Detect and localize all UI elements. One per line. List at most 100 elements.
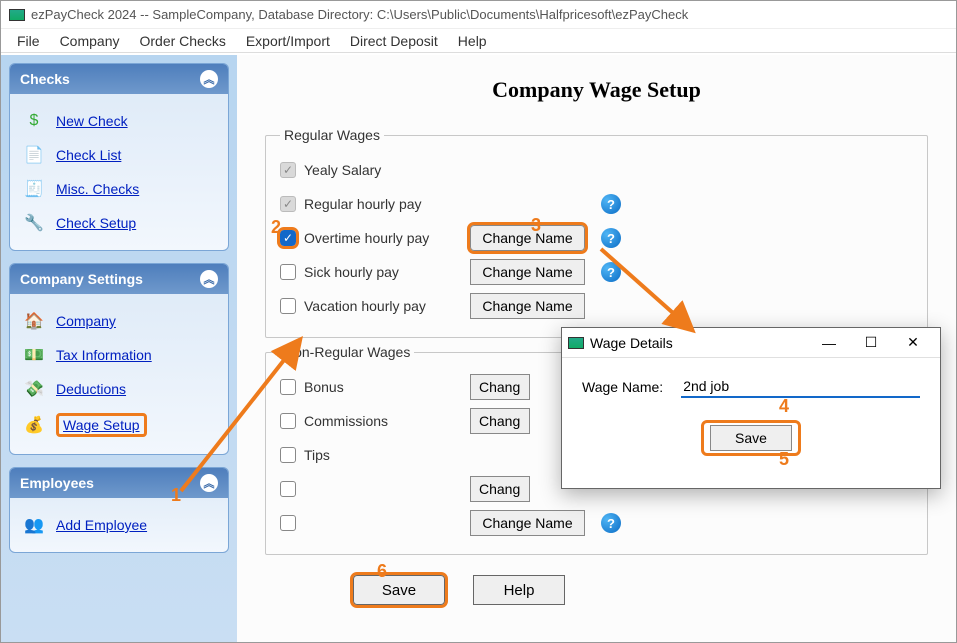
checkbox-regular-hourly: ✓ xyxy=(280,196,296,212)
menu-help[interactable]: Help xyxy=(448,30,497,52)
checkbox-bonus[interactable] xyxy=(280,379,296,395)
checkbox-tips[interactable] xyxy=(280,447,296,463)
panel-title-employees: Employees xyxy=(20,475,94,491)
receipt-icon: 🧾 xyxy=(24,179,44,199)
sidebar-item-company[interactable]: 🏠 Company xyxy=(20,304,222,338)
menu-direct-deposit[interactable]: Direct Deposit xyxy=(340,30,448,52)
wage-row-vacation-hourly: Vacation hourly pay Change Name xyxy=(280,289,913,323)
change-name-button-overtime[interactable]: Change Name xyxy=(470,225,585,251)
sidebar-item-label: Check Setup xyxy=(56,215,136,231)
sidebar-item-label: New Check xyxy=(56,113,128,129)
menu-order-checks[interactable]: Order Checks xyxy=(129,30,235,52)
dialog-wage-details: Wage Details — ☐ ✕ Wage Name: Save xyxy=(561,327,941,489)
change-name-button-sick[interactable]: Change Name xyxy=(470,259,585,285)
deduct-icon: 💸 xyxy=(24,379,44,399)
window-title: ezPayCheck 2024 -- SampleCompany, Databa… xyxy=(31,7,688,22)
wage-label: Yealy Salary xyxy=(304,162,381,178)
sidebar-item-check-setup[interactable]: 🔧 Check Setup xyxy=(20,206,222,240)
coins-icon: 💰 xyxy=(24,415,44,435)
change-name-button-custom-2[interactable]: Change Name xyxy=(470,510,585,536)
checkbox-sick-hourly[interactable] xyxy=(280,264,296,280)
panel-header-company[interactable]: Company Settings ︽ xyxy=(10,264,228,294)
collapse-icon[interactable]: ︽ xyxy=(200,474,218,492)
sidebar-item-new-check[interactable]: $ New Check xyxy=(20,104,222,138)
save-button[interactable]: Save xyxy=(353,575,445,605)
legend-regular: Regular Wages xyxy=(280,127,384,143)
change-name-button-bonus[interactable]: Chang xyxy=(470,374,530,400)
help-icon[interactable]: ? xyxy=(601,262,621,282)
change-name-button-commissions[interactable]: Chang xyxy=(470,408,530,434)
sidebar-item-label: Wage Setup xyxy=(56,413,147,437)
sidebar-item-add-employee[interactable]: 👥 Add Employee xyxy=(20,508,222,542)
help-icon[interactable]: ? xyxy=(601,228,621,248)
help-icon[interactable]: ? xyxy=(601,194,621,214)
help-icon[interactable]: ? xyxy=(601,513,621,533)
sidebar-item-check-list[interactable]: 📄 Check List xyxy=(20,138,222,172)
sidebar-item-label: Tax Information xyxy=(56,347,152,363)
app-icon xyxy=(9,9,25,21)
pages-icon: 📄 xyxy=(24,145,44,165)
wrench-icon: 🔧 xyxy=(24,213,44,233)
menu-company[interactable]: Company xyxy=(50,30,130,52)
sidebar-item-wage-setup[interactable]: 💰 Wage Setup xyxy=(20,406,222,444)
panel-company-settings: Company Settings ︽ 🏠 Company 💵 Tax Infor… xyxy=(9,263,229,455)
wage-label: Commissions xyxy=(304,413,388,429)
dialog-titlebar[interactable]: Wage Details — ☐ ✕ xyxy=(562,328,940,358)
sidebar-item-deductions[interactable]: 💸 Deductions xyxy=(20,372,222,406)
panel-title-company: Company Settings xyxy=(20,271,143,287)
change-name-button-vacation[interactable]: Change Name xyxy=(470,293,585,319)
wage-label: Bonus xyxy=(304,379,344,395)
panel-header-checks[interactable]: Checks ︽ xyxy=(10,64,228,94)
people-icon: 👥 xyxy=(24,515,44,535)
wage-label: Tips xyxy=(304,447,330,463)
wage-name-label: Wage Name: xyxy=(582,379,663,395)
checkbox-custom-1[interactable] xyxy=(280,481,296,497)
wage-name-input[interactable] xyxy=(681,376,920,398)
wage-row-yearly-salary: ✓ Yealy Salary xyxy=(280,153,913,187)
checkbox-custom-2[interactable] xyxy=(280,515,296,531)
wage-label: Sick hourly pay xyxy=(304,264,399,280)
sidebar-item-label: Deductions xyxy=(56,381,126,397)
panel-employees: Employees ︽ 👥 Add Employee xyxy=(9,467,229,553)
panel-title-checks: Checks xyxy=(20,71,70,87)
sidebar-item-misc-checks[interactable]: 🧾 Misc. Checks xyxy=(20,172,222,206)
window-titlebar: ezPayCheck 2024 -- SampleCompany, Databa… xyxy=(1,1,956,29)
sidebar-item-label: Check List xyxy=(56,147,121,163)
change-name-button-custom-1[interactable]: Chang xyxy=(470,476,530,502)
checkbox-commissions[interactable] xyxy=(280,413,296,429)
menu-file[interactable]: File xyxy=(7,30,50,52)
menubar: File Company Order Checks Export/Import … xyxy=(1,29,956,53)
app-icon xyxy=(568,337,584,349)
legend-nonregular: Non-Regular Wages xyxy=(280,344,414,360)
money-icon: 💵 xyxy=(24,345,44,365)
page-title: Company Wage Setup xyxy=(265,77,928,103)
house-icon: 🏠 xyxy=(24,311,44,331)
panel-header-employees[interactable]: Employees ︽ xyxy=(10,468,228,498)
dialog-title: Wage Details xyxy=(590,335,673,351)
checkbox-overtime-hourly[interactable]: ✓ xyxy=(280,230,296,246)
wage-row-sick-hourly: Sick hourly pay Change Name ? xyxy=(280,255,913,289)
sidebar-item-label: Add Employee xyxy=(56,517,147,533)
wage-label: Regular hourly pay xyxy=(304,196,422,212)
close-icon[interactable]: ✕ xyxy=(892,329,934,357)
wage-label: Overtime hourly pay xyxy=(304,230,429,246)
checkbox-vacation-hourly[interactable] xyxy=(280,298,296,314)
checkbox-yearly-salary: ✓ xyxy=(280,162,296,178)
sidebar: Checks ︽ $ New Check 📄 Check List 🧾 Misc… xyxy=(1,55,237,642)
wage-row-overtime-hourly: ✓ Overtime hourly pay Change Name ? xyxy=(280,221,913,255)
sidebar-item-tax-information[interactable]: 💵 Tax Information xyxy=(20,338,222,372)
wage-label: Vacation hourly pay xyxy=(304,298,426,314)
maximize-icon[interactable]: ☐ xyxy=(850,329,892,357)
menu-export-import[interactable]: Export/Import xyxy=(236,30,340,52)
dialog-save-button[interactable]: Save xyxy=(710,425,792,451)
fieldset-regular-wages: Regular Wages ✓ Yealy Salary ✓ Regular h… xyxy=(265,127,928,338)
sidebar-item-label: Misc. Checks xyxy=(56,181,139,197)
help-button[interactable]: Help xyxy=(473,575,565,605)
minimize-icon[interactable]: — xyxy=(808,329,850,357)
collapse-icon[interactable]: ︽ xyxy=(200,270,218,288)
dollar-icon: $ xyxy=(24,111,44,131)
collapse-icon[interactable]: ︽ xyxy=(200,70,218,88)
panel-checks: Checks ︽ $ New Check 📄 Check List 🧾 Misc… xyxy=(9,63,229,251)
wage-row-custom-2: Change Name ? xyxy=(280,506,913,540)
wage-row-regular-hourly: ✓ Regular hourly pay ? xyxy=(280,187,913,221)
